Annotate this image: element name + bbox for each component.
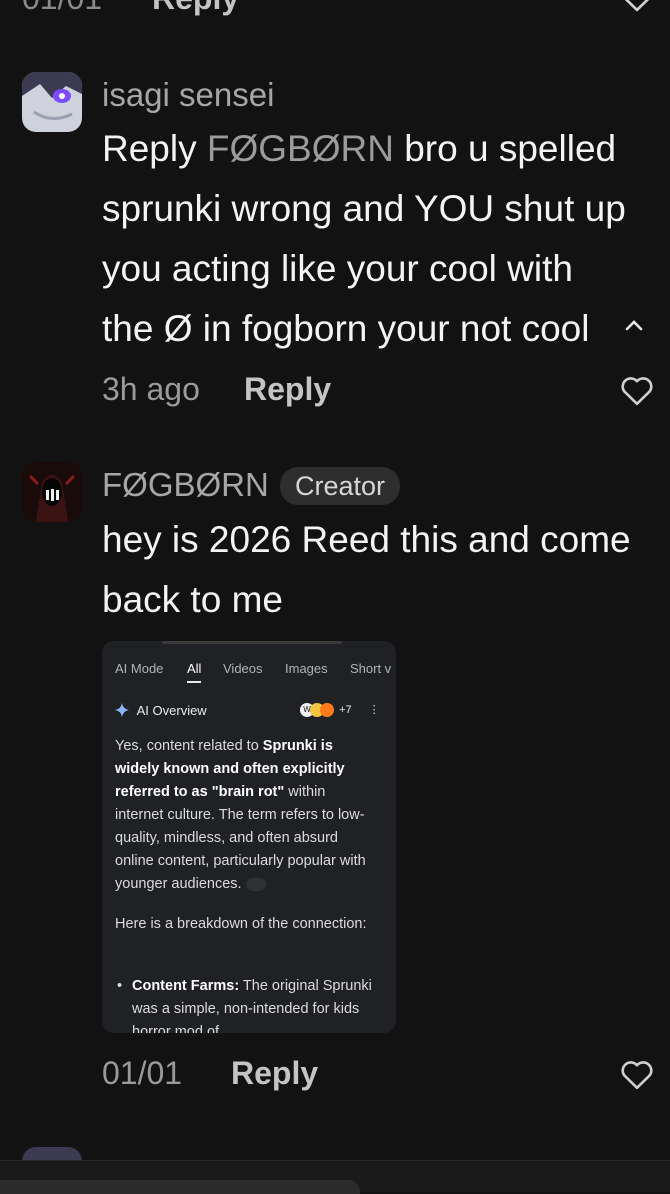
reply-button[interactable]: Reply: [231, 1055, 318, 1092]
ai-paragraph: Here is a breakdown of the connection:: [115, 916, 367, 932]
source-icons: W +7 ⋮: [300, 703, 380, 718]
heart-icon[interactable]: [619, 1058, 655, 1090]
source-icon: [320, 703, 334, 718]
previous-reply-button[interactable]: Reply: [152, 0, 239, 17]
ai-overview-title: AI Overview: [136, 703, 207, 718]
tab-videos: Videos: [223, 661, 263, 676]
link-icon: [245, 877, 266, 891]
comment-time: 3h ago: [102, 371, 200, 407]
heart-icon[interactable]: [619, 374, 655, 406]
reply-button[interactable]: Reply: [244, 371, 331, 408]
previous-comment-time: 01/01: [22, 0, 102, 17]
reply-prefix: Reply: [102, 128, 207, 169]
avatar[interactable]: [22, 72, 82, 132]
ai-overview-header: AI Overview: [115, 703, 207, 718]
text-run: within internet culture. The term refers…: [115, 784, 366, 892]
tab-ai-mode: AI Mode: [115, 661, 164, 676]
comment-username[interactable]: isagi sensei: [102, 76, 274, 114]
text-line: the Ø in fogborn your not cool: [102, 308, 590, 349]
avatar[interactable]: [22, 1147, 82, 1161]
attached-image[interactable]: AI Mode All Videos Images Short v AI Ove…: [102, 641, 396, 1033]
ai-bullet: • Content Farms: The original Sprunki wa…: [115, 975, 375, 1033]
tab-short: Short v: [350, 661, 392, 676]
text-line: bro u spelled: [393, 128, 617, 169]
creator-badge: Creator: [280, 467, 401, 505]
card-top-edge: [162, 641, 342, 644]
bullet-dot: •: [117, 978, 123, 994]
ai-paragraph: Yes, content related to Sprunki is widel…: [115, 735, 377, 896]
text-line: hey is 2026 Reed this and come: [102, 519, 631, 560]
avatar[interactable]: [22, 462, 82, 522]
tab-images: Images: [285, 661, 328, 676]
mention-link[interactable]: FØGBØRN: [207, 128, 394, 169]
sparkle-icon: [115, 703, 129, 717]
sources-count: +7: [339, 704, 352, 716]
chevron-up-icon[interactable]: [624, 318, 644, 337]
tab-all: All: [187, 661, 202, 683]
heart-icon[interactable]: [620, 0, 654, 12]
comment-text: hey is 2026 Reed this and come back to m…: [102, 510, 631, 630]
text-line: sprunki wrong and YOU shut up: [102, 188, 626, 229]
more-icon: ⋮: [368, 704, 380, 716]
text-run: Yes, content related to: [115, 738, 263, 754]
text-line: back to me: [102, 579, 283, 620]
bullet-title: Content Farms:: [132, 978, 240, 994]
comment-username[interactable]: FØGBØRN: [102, 466, 269, 504]
text-line: you acting like your cool with: [102, 248, 573, 289]
comment-text: Reply FØGBØRN bro u spelled sprunki wron…: [102, 119, 662, 359]
comment-time: 01/01: [102, 1055, 183, 1091]
